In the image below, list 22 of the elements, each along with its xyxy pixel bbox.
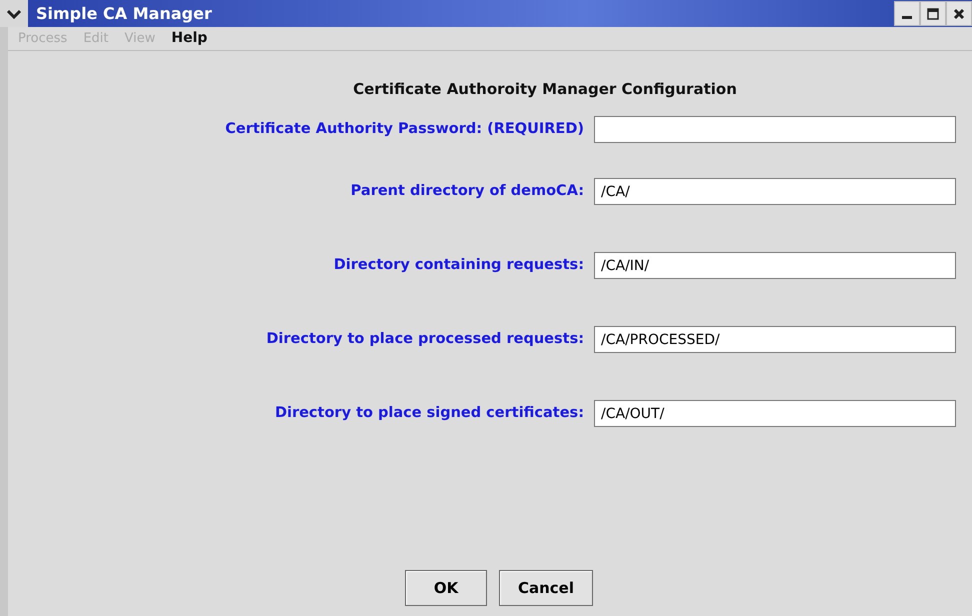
- field-label: Directory to place processed requests:: [265, 330, 585, 349]
- ok-button[interactable]: OK: [405, 570, 487, 606]
- chevron-icon[interactable]: [0, 0, 28, 27]
- dialog-heading: Certificate Authoroity Manager Configuration: [352, 79, 738, 100]
- text-field[interactable]: /CA/OUT/: [594, 400, 956, 427]
- field-label: Parent directory of demoCA:: [350, 182, 585, 201]
- window-title: Simple CA Manager: [35, 2, 213, 24]
- maximize-button[interactable]: [920, 1, 946, 26]
- menu-item[interactable]: Help: [171, 28, 208, 49]
- minimize-button[interactable]: [894, 1, 920, 26]
- field-label: Directory containing requests:: [332, 256, 585, 275]
- field-label: Directory to place signed certificates:: [274, 404, 585, 423]
- text-field[interactable]: /CA/PROCESSED/: [594, 326, 956, 353]
- close-icon: [953, 8, 965, 20]
- minimize-icon: [902, 16, 912, 19]
- maximize-icon: [927, 8, 939, 20]
- cancel-button[interactable]: Cancel: [499, 570, 593, 606]
- close-button[interactable]: [946, 1, 972, 26]
- text-field[interactable]: /CA/IN/: [594, 252, 956, 279]
- password-field[interactable]: [594, 116, 956, 143]
- field-label: Certificate Authority Password: (REQUIRED): [224, 120, 585, 139]
- text-field[interactable]: /CA/: [594, 178, 956, 205]
